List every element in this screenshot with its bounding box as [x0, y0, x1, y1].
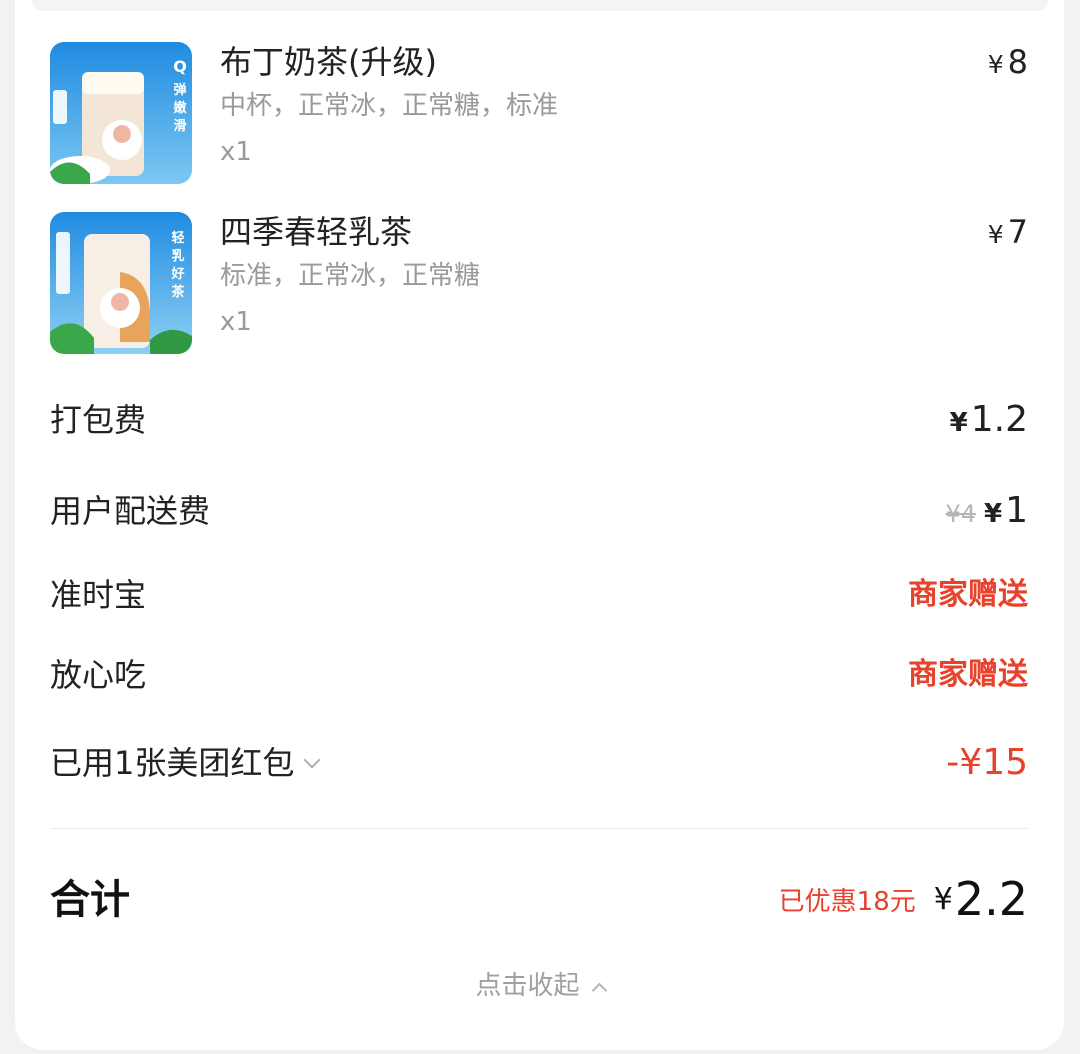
svg-text:滑: 滑: [173, 118, 186, 134]
svg-text:嫩: 嫩: [173, 100, 187, 116]
item-name: 布丁奶茶(升级): [220, 43, 437, 81]
delivery-fee-row: 用户配送费 ¥4 ¥1: [50, 488, 1028, 534]
ontime-label: 准时宝: [50, 576, 147, 614]
delivery-fee-label: 用户配送费: [50, 492, 211, 530]
total-summary: 已优惠18元 ¥2.2: [779, 872, 1028, 932]
currency-symbol: ¥: [987, 220, 1004, 249]
svg-text:Q: Q: [173, 57, 187, 76]
safe-eat-value: 商家赠送: [908, 657, 1028, 692]
order-item[interactable]: Q 弹 嫩 滑 布丁奶茶(升级) 中杯，正常冰，正常糖，标准 x1 ¥8: [50, 42, 1030, 188]
currency-symbol: ¥: [987, 50, 1004, 79]
collapse-label: 点击收起: [475, 971, 580, 1001]
item-quantity: x1: [220, 307, 252, 337]
item-price-value: 8: [1007, 43, 1028, 81]
item-quantity: x1: [220, 137, 252, 167]
currency-symbol: ¥: [949, 408, 968, 438]
coupon-row[interactable]: 已用1张美团红包 -¥15: [50, 740, 1028, 786]
delivery-fee-original: ¥4: [945, 500, 976, 528]
item-price-value: 7: [1007, 213, 1028, 251]
divider: [50, 828, 1028, 829]
coupon-label-text: 已用1张美团红包: [50, 744, 295, 782]
chevron-up-icon: [591, 982, 607, 999]
currency-symbol: ¥: [933, 881, 953, 917]
packaging-fee-label: 打包费: [50, 401, 147, 439]
item-price: ¥7: [988, 212, 1028, 255]
total-label: 合计: [50, 877, 130, 923]
currency-symbol: ¥: [984, 499, 1003, 529]
packaging-fee-row: 打包费 ¥1.2: [50, 397, 1028, 443]
product-image: 轻 乳 好 茶: [50, 212, 192, 354]
delivery-fee-amount: 1: [1005, 490, 1028, 531]
item-name: 四季春轻乳茶: [220, 213, 413, 251]
packaging-fee-amount: 1.2: [970, 399, 1028, 440]
svg-text:轻: 轻: [171, 230, 184, 246]
delivery-fee-value: ¥4 ¥1: [945, 488, 1028, 537]
coupon-label[interactable]: 已用1张美团红包: [50, 740, 321, 786]
item-spec: 标准，正常冰，正常糖: [220, 261, 481, 291]
total-amount: 2.2: [954, 872, 1028, 926]
svg-text:弹: 弹: [173, 82, 186, 98]
product-image: Q 弹 嫩 滑: [50, 42, 192, 184]
ontime-row: 准时宝 商家赠送: [50, 572, 1028, 618]
packaging-fee-value: ¥1.2: [950, 397, 1028, 446]
svg-text:茶: 茶: [171, 284, 185, 300]
safe-eat-row: 放心吃 商家赠送: [50, 652, 1028, 698]
chevron-down-icon[interactable]: [303, 751, 321, 769]
coupon-value: -¥15: [946, 742, 1028, 783]
order-item[interactable]: 轻 乳 好 茶 四季春轻乳茶 标准，正常冰，正常糖 x1 ¥7: [50, 212, 1030, 358]
item-spec: 中杯，正常冰，正常糖，标准: [220, 91, 559, 121]
ontime-value: 商家赠送: [908, 577, 1028, 612]
collapse-button[interactable]: 点击收起: [0, 966, 1080, 1006]
discount-saved: 已优惠18元: [778, 886, 916, 917]
card-separator: [32, 0, 1048, 11]
svg-text:乳: 乳: [171, 248, 184, 264]
safe-eat-label: 放心吃: [50, 656, 147, 694]
item-price: ¥8: [988, 42, 1028, 85]
svg-text:好: 好: [170, 266, 184, 282]
